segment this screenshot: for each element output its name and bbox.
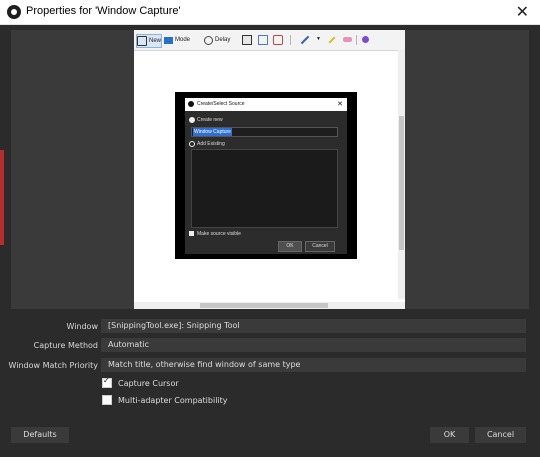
captured-dialog-frame: Create/Select Source ✕ Create new Window… [175,92,357,259]
delay-button[interactable]: Delay [204,34,230,46]
save-icon[interactable] [242,35,252,45]
copy-icon[interactable] [258,35,268,45]
new-label: New [148,38,161,44]
nested-title-bar: Create/Select Source ✕ [185,98,347,111]
create-new-radio [189,117,195,123]
chevron-down-icon[interactable]: ▼ [316,36,324,44]
new-snip-button[interactable]: New [136,34,162,48]
window-label: Window [66,322,98,331]
background-window-edge [0,150,4,245]
capture-method-select[interactable]: Automatic [101,338,526,352]
eraser-icon[interactable] [343,37,352,42]
obs-app-icon [7,5,21,19]
mode-button[interactable]: Mode [164,34,190,46]
capture-cursor-label: Capture Cursor [118,378,179,388]
multi-adapter-checkbox[interactable] [102,395,112,405]
send-icon[interactable] [273,35,283,45]
multi-adapter-option[interactable]: Multi-adapter Compatibility [102,394,228,406]
add-existing-label: Add Existing [197,141,225,147]
window-select[interactable]: [SnippingTool.exe]: Snipping Tool [101,319,526,333]
create-select-source-dialog: Create/Select Source ✕ Create new Window… [185,98,347,254]
title-bar: Properties for 'Window Capture' ✕ [0,0,540,25]
nested-cancel-button: Cancel [305,241,335,252]
nested-title: Create/Select Source [197,101,245,107]
scroll-thumb[interactable] [399,116,404,250]
mode-label: Mode [175,37,191,43]
window-title: Properties for 'Window Capture' [26,5,181,17]
source-name-value: Window Capture [193,128,232,136]
delay-label: Delay [215,37,231,43]
properties-dialog: New Mode Delay ▼ Create/Select Source ✕ … [0,25,540,457]
snipping-toolbar: New Mode Delay ▼ [134,30,405,51]
close-icon: ✕ [337,101,343,108]
close-icon[interactable]: ✕ [516,2,529,21]
nested-ok-button: OK [278,241,302,252]
match-priority-select[interactable]: Match title, otherwise find window of sa… [101,358,526,372]
obs-app-icon [188,101,194,107]
scroll-thumb[interactable] [200,303,328,308]
toolbar-divider [356,35,357,45]
preview-horizontal-scrollbar[interactable] [134,302,405,309]
capture-method-label: Capture Method [33,341,98,350]
create-new-label: Create new [197,117,223,123]
existing-sources-list [191,149,338,228]
match-priority-label: Window Match Priority [8,361,98,370]
paint3d-icon[interactable] [362,36,369,43]
capture-cursor-option[interactable]: Capture Cursor [102,376,179,389]
pen-icon[interactable] [300,35,310,45]
toolbar-divider [290,35,291,45]
add-existing-radio [189,141,195,147]
multi-adapter-label: Multi-adapter Compatibility [118,395,228,405]
capture-cursor-checkbox[interactable] [102,376,112,388]
cancel-button[interactable]: Cancel [475,427,526,443]
captured-window-preview: New Mode Delay ▼ Create/Select Source ✕ … [134,30,405,309]
new-snip-icon [137,36,147,46]
make-visible-checkbox [189,231,194,236]
source-preview: New Mode Delay ▼ Create/Select Source ✕ … [11,30,529,309]
preview-vertical-scrollbar[interactable] [398,50,405,299]
source-name-input: Window Capture [191,127,338,137]
clock-icon [204,35,213,45]
ok-button[interactable]: OK [430,427,469,443]
mode-icon [164,36,173,44]
make-visible-label: Make source visible [197,231,241,237]
highlighter-icon[interactable] [328,36,336,44]
defaults-button[interactable]: Defaults [11,427,69,443]
